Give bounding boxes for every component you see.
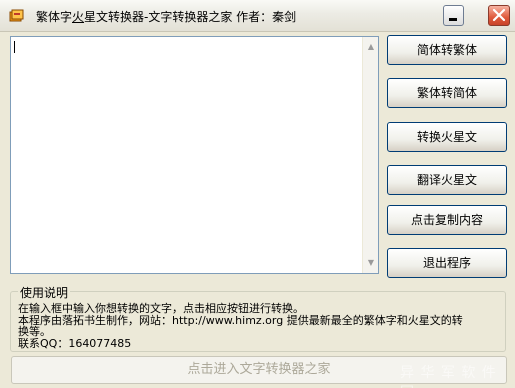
window-title-part2: 星文转换器-文字转换器之家 作者：秦剑 bbox=[84, 10, 297, 24]
scroll-down-arrow-icon[interactable]: ▼ bbox=[363, 255, 379, 271]
contact-qq: 联系QQ：164077485 bbox=[18, 337, 132, 350]
input-text-area-container: ▲ ▼ bbox=[10, 36, 379, 274]
exit-button[interactable]: 退出程序 bbox=[387, 248, 507, 278]
minimize-button[interactable] bbox=[443, 5, 464, 26]
copy-content-button[interactable]: 点击复制内容 bbox=[387, 205, 507, 235]
instructions-legend: 使用说明 bbox=[18, 284, 71, 301]
instructions-line-1: 在输入框中输入你想转换的文字，点击相应按钮进行转换。 bbox=[18, 302, 304, 315]
close-icon bbox=[492, 8, 506, 22]
close-button[interactable] bbox=[488, 5, 510, 26]
scroll-up-arrow-icon[interactable]: ▲ bbox=[363, 39, 379, 55]
convert-martian-button[interactable]: 转换火星文 bbox=[387, 122, 507, 152]
instructions-line-2: 本程序由落拓书生制作，网站：http://www.himz.org 提供最新最全… bbox=[18, 314, 463, 327]
translate-martian-button[interactable]: 翻译火星文 bbox=[387, 165, 507, 195]
input-text-area[interactable] bbox=[11, 37, 363, 273]
app-icon bbox=[9, 9, 24, 22]
vertical-scrollbar[interactable]: ▲ ▼ bbox=[362, 37, 378, 273]
window-title: 繁体字火星文转换器-文字转换器之家 作者：秦剑 bbox=[36, 8, 296, 25]
title-bar[interactable]: 繁体字火星文转换器-文字转换器之家 作者：秦剑 bbox=[0, 0, 515, 32]
simplified-to-traditional-button[interactable]: 简体转繁体 bbox=[387, 35, 507, 65]
instructions-line-3: 换等。 bbox=[18, 325, 51, 338]
watermark-text: 异 华 军 软 件 园 bbox=[400, 365, 497, 388]
window-title-part1: 繁体字 bbox=[36, 10, 73, 24]
traditional-to-simplified-button[interactable]: 繁体转简体 bbox=[387, 78, 507, 108]
window-title-underlined: 火 bbox=[72, 10, 85, 24]
text-caret bbox=[14, 41, 15, 53]
